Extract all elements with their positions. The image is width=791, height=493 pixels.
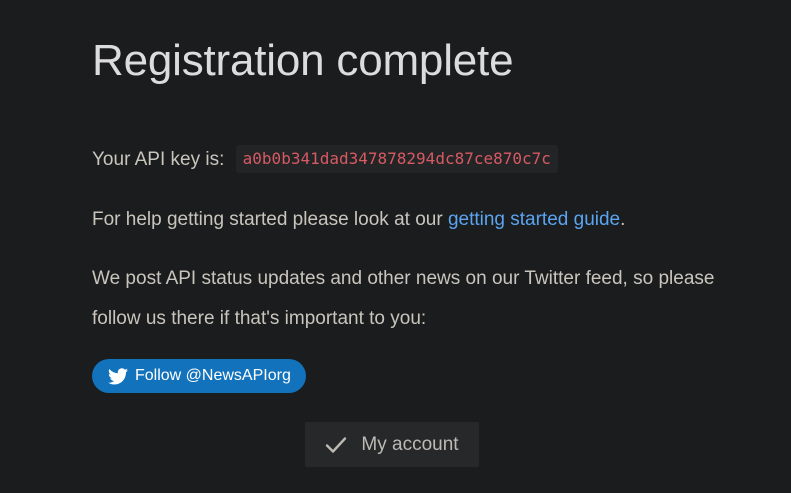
registration-page: Registration complete Your API key is: a…	[0, 0, 791, 493]
news-text: We post API status updates and other new…	[92, 268, 715, 329]
page-title: Registration complete	[92, 36, 514, 85]
twitter-bird-icon	[108, 367, 128, 384]
getting-started-link[interactable]: getting started guide	[448, 209, 620, 230]
api-key-label: Your API key is:	[92, 149, 225, 170]
checkmark-icon	[326, 436, 347, 453]
main-content: Registration complete Your API key is: a…	[92, 0, 752, 393]
help-text: For help getting started please look at …	[92, 200, 752, 240]
my-account-button[interactable]: My account	[305, 422, 479, 467]
twitter-follow-label: Follow @NewsAPIorg	[135, 367, 291, 384]
api-key-value[interactable]: a0b0b341dad347878294dc87ce870c7c	[235, 145, 558, 173]
api-key-row: Your API key is: a0b0b341dad347878294dc8…	[92, 140, 752, 180]
help-text-after: .	[620, 209, 626, 230]
help-text-before: For help getting started please look at …	[92, 209, 448, 230]
my-account-label: My account	[361, 433, 459, 455]
twitter-follow-button[interactable]: Follow @NewsAPIorg	[92, 359, 306, 393]
